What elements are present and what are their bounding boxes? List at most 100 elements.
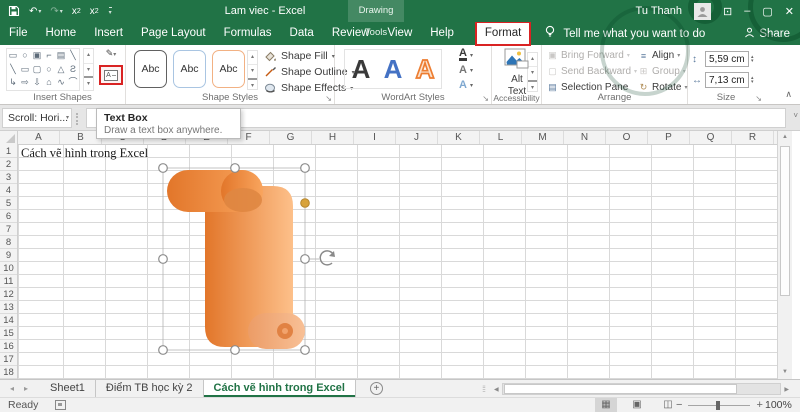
ribbon-tab[interactable]: Format bbox=[476, 22, 530, 45]
selection-handle[interactable] bbox=[159, 346, 168, 355]
column-header[interactable]: N bbox=[564, 131, 606, 144]
shape-gallery-item[interactable]: ╲ bbox=[7, 63, 19, 77]
styles-down-icon[interactable]: ▾ bbox=[248, 64, 257, 78]
scroll-up-icon[interactable]: ▲ bbox=[778, 131, 792, 144]
maximize-button[interactable]: ▢ bbox=[762, 5, 772, 18]
shape-gallery-item[interactable]: ▣ bbox=[31, 49, 43, 63]
ribbon-tab[interactable]: Formulas bbox=[215, 22, 281, 45]
shape-gallery-item[interactable]: ⌂ bbox=[43, 76, 55, 90]
text-fill-button[interactable]: A▾ bbox=[459, 48, 473, 62]
selection-handle[interactable] bbox=[159, 255, 168, 264]
row-header[interactable]: 1 bbox=[0, 145, 17, 158]
shape-gallery-item[interactable]: ⇨ bbox=[19, 76, 31, 90]
sheet-tab-diem-tb[interactable]: Điểm TB học kỳ 2 bbox=[96, 380, 204, 397]
selection-handle[interactable] bbox=[301, 346, 310, 355]
select-all-corner[interactable] bbox=[0, 131, 18, 145]
horizontal-scrollbar[interactable] bbox=[502, 383, 782, 395]
ribbon-tab[interactable]: Insert bbox=[85, 22, 132, 45]
column-header[interactable]: M bbox=[522, 131, 564, 144]
group-button[interactable]: ⊞ Group▾ bbox=[638, 65, 687, 78]
zoom-in-icon[interactable]: + bbox=[756, 399, 762, 411]
name-box[interactable]: Scroll: Hori... ▾ bbox=[2, 108, 72, 128]
shape-gallery-item[interactable]: ╲ bbox=[67, 49, 79, 63]
wordart-preset-3[interactable]: A bbox=[416, 56, 435, 82]
column-header[interactable]: I bbox=[354, 131, 396, 144]
user-avatar[interactable] bbox=[694, 3, 711, 20]
sheet-tab-active[interactable]: Cách vẽ hình trong Excel bbox=[204, 380, 356, 397]
zoom-slider-thumb[interactable] bbox=[716, 401, 720, 410]
close-button[interactable]: ✕ bbox=[785, 5, 794, 18]
wordart-preset-2[interactable]: A bbox=[384, 56, 403, 82]
ribbon-tab[interactable]: Data bbox=[281, 22, 323, 45]
column-header[interactable]: H bbox=[312, 131, 354, 144]
text-effects-button[interactable]: A▾ bbox=[459, 78, 473, 92]
expand-formula-bar-icon[interactable]: ˅ bbox=[793, 111, 798, 120]
shape-height-input[interactable]: 5,59 cm bbox=[705, 51, 749, 67]
send-backward-button[interactable]: ▢ Send Backward▾ bbox=[547, 65, 637, 78]
user-name[interactable]: Tu Thanh bbox=[636, 5, 682, 17]
selection-handle[interactable] bbox=[231, 164, 240, 173]
shape-gallery-item[interactable]: ⌐ bbox=[43, 49, 55, 63]
styles-more-icon[interactable]: ▾ bbox=[248, 78, 257, 92]
new-sheet-button[interactable]: + bbox=[370, 382, 383, 395]
name-box-dropdown-icon[interactable]: ▾ bbox=[66, 109, 69, 127]
row-header[interactable]: 16 bbox=[0, 340, 17, 353]
row-header[interactable]: 9 bbox=[0, 249, 17, 262]
height-spinner[interactable]: ▴▾ bbox=[751, 55, 754, 63]
vertical-scrollbar[interactable]: ▲ ▼ bbox=[777, 131, 792, 379]
row-header[interactable]: 3 bbox=[0, 171, 17, 184]
row-header[interactable]: 2 bbox=[0, 158, 17, 171]
shape-width-input[interactable]: 7,13 cm bbox=[705, 72, 749, 88]
shape-gallery-item[interactable]: ⇩ bbox=[31, 76, 43, 90]
selection-handle[interactable] bbox=[301, 164, 310, 173]
share-button[interactable]: Share bbox=[744, 22, 790, 45]
ribbon-tab[interactable]: Page Layout bbox=[132, 22, 215, 45]
bring-forward-button[interactable]: ▣ Bring Forward▾ bbox=[547, 49, 637, 62]
column-header[interactable]: R bbox=[732, 131, 774, 144]
shape-gallery-item[interactable]: ▭ bbox=[7, 49, 19, 63]
gallery-up-icon[interactable]: ▴ bbox=[84, 49, 93, 63]
ribbon-tab[interactable]: Home bbox=[37, 22, 86, 45]
vertical-scroll-thumb[interactable] bbox=[780, 146, 790, 296]
shape-gallery-item[interactable]: ▭ bbox=[19, 63, 31, 77]
row-header[interactable]: 18 bbox=[0, 366, 17, 379]
scroll-left-icon[interactable]: ◀ bbox=[491, 386, 502, 393]
horizontal-scroll-shape[interactable] bbox=[167, 170, 305, 349]
width-spinner[interactable]: ▴▾ bbox=[751, 76, 754, 84]
column-header[interactable]: O bbox=[606, 131, 648, 144]
column-header[interactable]: J bbox=[396, 131, 438, 144]
sheet-nav-right-icon[interactable]: ▸ bbox=[24, 384, 28, 393]
gallery-more-icon[interactable]: ▾ bbox=[84, 76, 93, 90]
row-header[interactable]: 12 bbox=[0, 288, 17, 301]
sheet-tab-sheet1[interactable]: Sheet1 bbox=[40, 380, 96, 397]
align-button[interactable]: ≡ Align▾ bbox=[638, 49, 687, 62]
shape-gallery-item[interactable]: ○ bbox=[43, 63, 55, 77]
zoom-out-icon[interactable]: − bbox=[676, 399, 682, 411]
selection-handle[interactable] bbox=[231, 346, 240, 355]
shape-gallery-item[interactable]: ∿ bbox=[55, 76, 67, 90]
column-header[interactable]: P bbox=[648, 131, 690, 144]
row-header[interactable]: 14 bbox=[0, 314, 17, 327]
edit-shape-button[interactable]: ✎▾ bbox=[99, 48, 123, 62]
shape-gallery-item[interactable]: ▢ bbox=[31, 63, 43, 77]
shape-gallery-item[interactable]: ▤ bbox=[55, 49, 67, 63]
sheet-nav-left-icon[interactable]: ◂ bbox=[10, 384, 14, 393]
row-header[interactable]: 15 bbox=[0, 327, 17, 340]
ribbon-tab[interactable]: Help bbox=[421, 22, 463, 45]
shape-gallery-item[interactable]: Ƨ bbox=[67, 63, 79, 77]
row-header[interactable]: 6 bbox=[0, 210, 17, 223]
shape-gallery-item[interactable]: △ bbox=[55, 63, 67, 77]
gallery-down-icon[interactable]: ▾ bbox=[84, 63, 93, 77]
ribbon-display-options-icon[interactable]: ⊡ bbox=[723, 5, 732, 18]
alt-text-button[interactable]: Alt Text bbox=[499, 48, 535, 94]
shape-gallery-item[interactable]: ⌒ bbox=[67, 76, 79, 90]
column-header[interactable]: Q bbox=[690, 131, 732, 144]
rotate-handle[interactable] bbox=[320, 251, 335, 265]
row-header[interactable]: 10 bbox=[0, 262, 17, 275]
text-outline-button[interactable]: A▾ bbox=[459, 63, 473, 77]
ribbon-tab[interactable]: File bbox=[0, 22, 37, 45]
macro-record-icon[interactable] bbox=[55, 400, 66, 410]
scrollbar-grip[interactable]: ⁞⁞ bbox=[482, 384, 485, 394]
adjustment-handle[interactable] bbox=[301, 199, 310, 208]
horizontal-scroll-thumb[interactable] bbox=[504, 384, 737, 394]
